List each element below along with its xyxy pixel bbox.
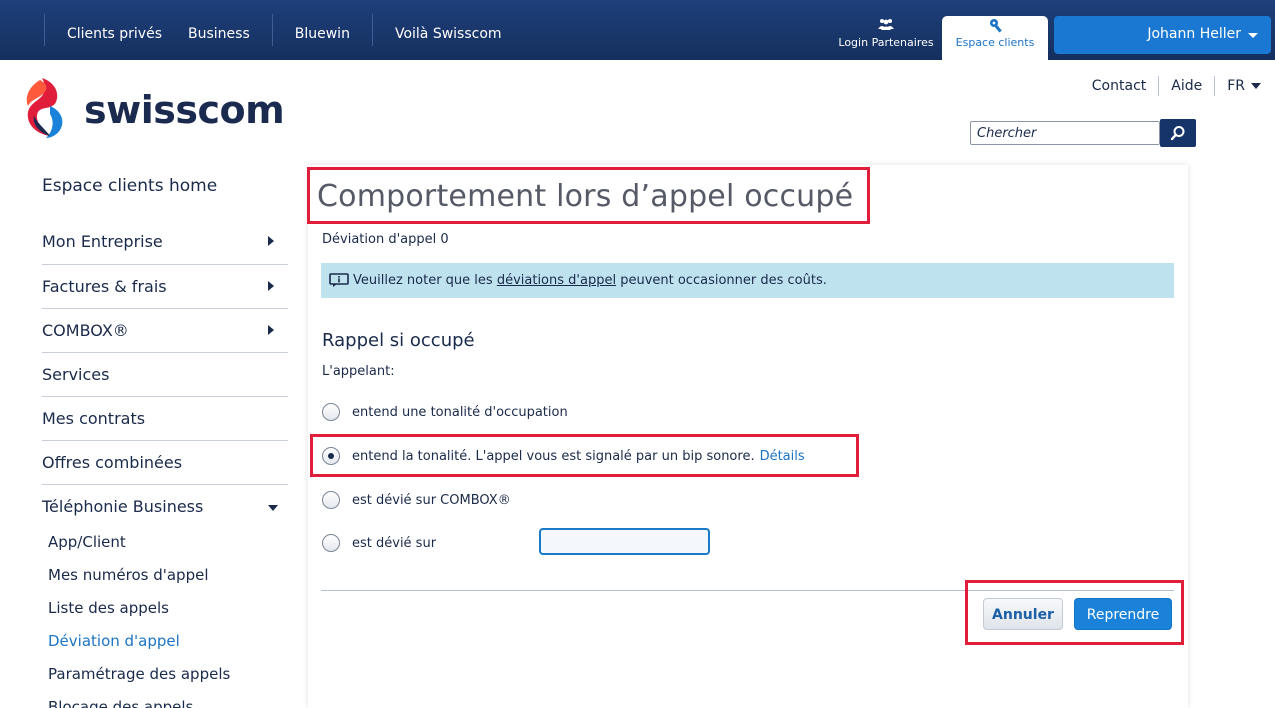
chevron-right-icon	[268, 325, 274, 335]
sidebar-item-mon-entreprise[interactable]: Mon Entreprise	[42, 220, 288, 264]
sidebar-subitem-app-client[interactable]: App/Client	[42, 526, 292, 559]
forward-number-input[interactable]	[539, 528, 710, 555]
top-navigation-bar: Clients privés Business Bluewin Voilà Sw…	[0, 0, 1275, 60]
details-link[interactable]: Détails	[760, 449, 805, 464]
sidebar-item-factures[interactable]: Factures & frais	[42, 264, 288, 308]
notice-deviation-link[interactable]: déviations d'appel	[497, 273, 616, 288]
sidebar-item-label: Mon Entreprise	[42, 232, 163, 251]
aide-link[interactable]: Aide	[1159, 78, 1214, 94]
section-title: Rappel si occupé	[322, 330, 475, 351]
radio-busy-tone[interactable]	[322, 403, 340, 421]
user-name: Johann Heller	[1147, 26, 1241, 42]
chevron-down-icon	[268, 505, 278, 511]
sidebar-item-label: Factures & frais	[42, 277, 167, 296]
sidebar-item-label: Mes contrats	[42, 409, 146, 428]
option-combox[interactable]: est dévié sur COMBOX®	[322, 489, 511, 511]
sidebar-item-telephonie-business[interactable]: Téléphonie Business	[42, 484, 288, 528]
sidebar-subitem-parametrage-appels[interactable]: Paramétrage des appels	[42, 658, 292, 691]
sidebar-item-label: Offres combinées	[42, 453, 183, 472]
key-icon	[990, 19, 1002, 33]
sidebar-subitem-mes-numeros[interactable]: Mes numéros d'appel	[42, 559, 292, 592]
contact-link[interactable]: Contact	[1080, 78, 1158, 94]
espace-clients-label: Espace clients	[955, 36, 1035, 49]
radio-beep-signal[interactable]	[322, 447, 340, 465]
sidebar-nav: Espace clients home Mon Entreprise Factu…	[42, 160, 292, 708]
notice-text-suffix: peuvent occasionner des coûts.	[620, 273, 827, 288]
sidebar-item-offres-combinees[interactable]: Offres combinées	[42, 440, 288, 484]
info-speech-icon	[329, 273, 349, 287]
sidebar-subitem-liste-appels[interactable]: Liste des appels	[42, 592, 292, 625]
form-divider	[321, 590, 1174, 591]
chevron-right-icon	[268, 281, 274, 291]
sidebar-subitem-deviation-appel[interactable]: Déviation d'appel	[42, 625, 292, 658]
espace-clients-tab[interactable]: Espace clients	[942, 16, 1048, 60]
sidebar-subitem-blocage-appels[interactable]: Blocage des appels	[42, 691, 292, 708]
sidebar-item-label: Téléphonie Business	[42, 497, 204, 516]
notice-text-prefix: Veuillez noter que les	[353, 273, 493, 288]
chevron-down-icon[interactable]	[1251, 83, 1261, 89]
nav-business[interactable]: Business	[184, 26, 272, 43]
radio-forward-to[interactable]	[322, 534, 340, 552]
option-busy-tone[interactable]: entend une tonalité d'occupation	[322, 401, 568, 423]
sidebar-item-mes-contrats[interactable]: Mes contrats	[42, 396, 288, 440]
swisscom-logo[interactable]: swisscom	[20, 76, 285, 140]
cancel-button[interactable]: Annuler	[983, 598, 1063, 630]
page-title: Comportement lors d’appel occupé	[317, 179, 854, 214]
swisscom-lifeform-icon	[26, 78, 63, 138]
option-label: est dévié sur COMBOX®	[352, 492, 511, 508]
nav-bluewin[interactable]: Bluewin	[273, 26, 372, 43]
option-label: entend une tonalité d'occupation	[352, 404, 568, 420]
partners-icon	[878, 19, 894, 30]
top-nav-links: Clients privés Business Bluewin Voilà Sw…	[44, 0, 524, 60]
caller-label: L'appelant:	[322, 364, 395, 379]
sidebar-item-combox[interactable]: COMBOX®	[42, 308, 288, 352]
user-menu-button[interactable]: Johann Heller	[1054, 16, 1271, 54]
utility-links: Contact Aide FR	[1080, 76, 1261, 96]
search-button[interactable]	[1160, 119, 1196, 147]
resume-button[interactable]: Reprendre	[1074, 598, 1172, 630]
chevron-right-icon	[268, 236, 274, 246]
option-forward-to[interactable]: est dévié sur	[322, 532, 436, 554]
login-partenaires-label: Login Partenaires	[838, 36, 934, 49]
sidebar-item-label: Services	[42, 365, 110, 384]
search-icon	[1170, 126, 1185, 141]
page-subtitle: Déviation d'appel 0	[322, 232, 449, 247]
sidebar-home-link[interactable]: Espace clients home	[42, 160, 292, 220]
sidebar-item-label: COMBOX®	[42, 321, 129, 340]
login-partenaires-link[interactable]: Login Partenaires	[832, 0, 940, 60]
option-beep-signal[interactable]: entend la tonalité. L'appel vous est sig…	[322, 445, 805, 467]
option-label: est dévié sur	[352, 535, 437, 551]
chevron-down-icon	[1248, 33, 1258, 38]
search-input[interactable]	[970, 121, 1160, 145]
nav-voila-swisscom[interactable]: Voilà Swisscom	[373, 26, 524, 43]
swisscom-wordmark: swisscom	[84, 88, 285, 132]
option-label: entend la tonalité. L'appel vous est sig…	[352, 448, 755, 464]
nav-clients-prives[interactable]: Clients privés	[45, 26, 184, 43]
sidebar-item-services[interactable]: Services	[42, 352, 288, 396]
radio-combox[interactable]	[322, 491, 340, 509]
cost-notice-banner: Veuillez noter que les déviations d'appe…	[321, 263, 1174, 298]
